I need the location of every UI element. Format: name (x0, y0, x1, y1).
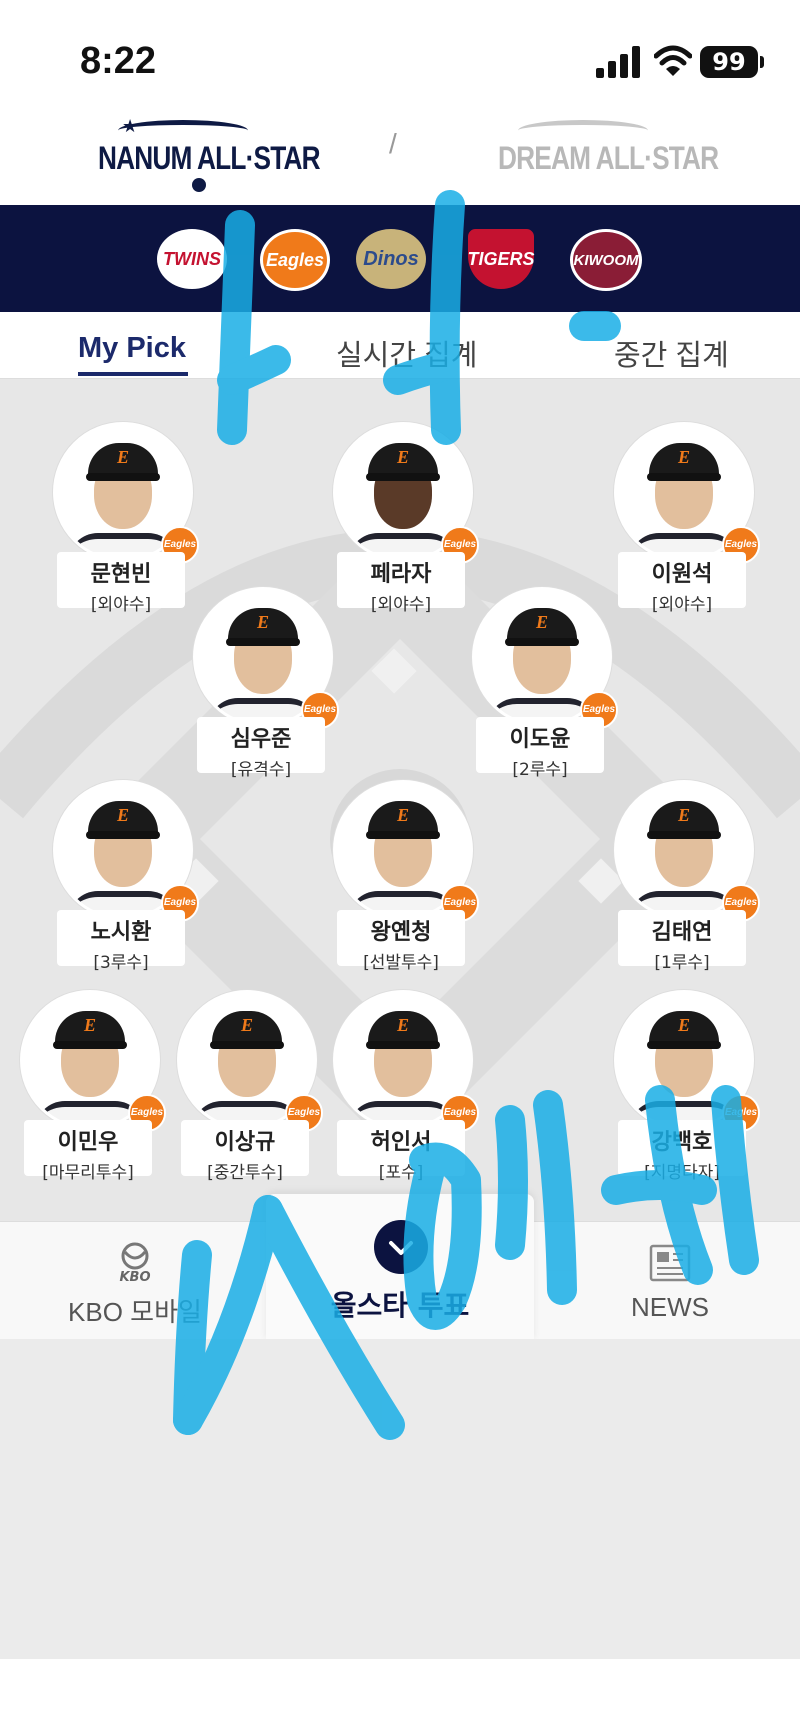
player-name: 노시환 (90, 920, 152, 945)
battery-indicator: 99 (700, 46, 758, 78)
selected-indicator-dot (192, 178, 206, 192)
player-position: [중간투수] (207, 1163, 283, 1183)
player-position: [3루수] (93, 953, 149, 973)
nav-label: KBO 모바일 (68, 1297, 202, 1327)
player-nameplate: 이민우 [마무리투수] (24, 1120, 152, 1183)
baseball-field: E Eagles 문현빈 [외야수] E Eagles 페라자 [외야수] E Ea… (0, 379, 800, 1221)
nav-kbo-mobile[interactable]: KBO KBO 모바일 (60, 1222, 210, 1340)
player-name: 페라자 (370, 562, 432, 587)
kiwoom-heroes-logo[interactable]: KIWOOM (570, 229, 642, 291)
player-nameplate: 이원석 [외야수] (618, 552, 746, 615)
nav-label: 올스타 투표 (330, 1289, 470, 1322)
player-name: 이원석 (651, 562, 713, 587)
tab-live-tally[interactable]: 실시간 집계 (336, 332, 477, 374)
player-position: [외야수] (370, 595, 432, 615)
player-nameplate: 김태연 [1루수] (618, 910, 746, 973)
league-selector: ★ NANUM ALL·STAR / DREAM ALL·STAR (0, 110, 800, 205)
player-nameplate: 허인서 [포수] (337, 1120, 465, 1183)
player-position: [지명타자] (644, 1163, 720, 1183)
player-position: [외야수] (90, 595, 152, 615)
kia-tigers-logo[interactable]: TIGERS (468, 229, 535, 289)
wifi-icon (654, 45, 692, 76)
nc-dinos-logo[interactable]: Dinos (356, 229, 426, 289)
home-indicator-area (0, 1659, 800, 1733)
newspaper-icon (649, 1244, 691, 1282)
kbo-logo-icon (121, 1242, 149, 1270)
player-name: 이상규 (214, 1130, 276, 1155)
tab-my-pick[interactable]: My Pick (78, 332, 186, 365)
lg-twins-logo[interactable]: TWINS (157, 229, 227, 289)
player-name: 김태연 (651, 920, 713, 945)
bottom-nav: KBO KBO 모바일 올스타 투표 NEWS (0, 1194, 800, 1340)
cellular-signal-icon (596, 46, 640, 78)
player-nameplate: 문현빈 [외야수] (57, 552, 185, 615)
battery-nub (760, 56, 764, 68)
player-name: 이도윤 (509, 727, 571, 752)
player-position: [외야수] (651, 595, 713, 615)
team-logo-bar: TWINS Eagles Dinos TIGERS KIWOOM (0, 205, 800, 312)
player-nameplate: 이도윤 [2루수] (476, 717, 604, 780)
player-position: [1루수] (654, 953, 710, 973)
player-nameplate: 왕옌청 [선발투수] (337, 910, 465, 973)
chevron-down-icon[interactable] (374, 1220, 428, 1274)
player-nameplate: 심우준 [유격수] (197, 717, 325, 780)
nav-news[interactable]: NEWS (610, 1222, 730, 1340)
player-position: [포수] (378, 1163, 424, 1183)
empty-area (0, 1339, 800, 1659)
dream-logo-swoosh (518, 120, 648, 141)
player-nameplate: 페라자 [외야수] (337, 552, 465, 615)
player-nameplate: 강백호 [지명타자] (618, 1120, 746, 1183)
nav-allstar-vote[interactable]: 올스타 투표 (266, 1194, 534, 1340)
player-name: 왕옌청 (370, 920, 432, 945)
player-position: [유격수] (230, 760, 292, 780)
tab-interim-tally[interactable]: 중간 집계 (614, 332, 729, 374)
nanum-logo-star-icon: ★ (122, 116, 139, 137)
kbo-icon-text: KBO (119, 1270, 151, 1285)
player-nameplate: 노시환 [3루수] (57, 910, 185, 973)
player-position: [선발투수] (363, 953, 439, 973)
player-position: [2루수] (512, 760, 568, 780)
league-separator: / (389, 128, 397, 159)
nanum-allstar-tab[interactable]: NANUM ALL·STAR (98, 140, 321, 177)
player-nameplate: 이상규 [중간투수] (181, 1120, 309, 1183)
nav-label: NEWS (631, 1292, 709, 1322)
player-name: 심우준 (230, 727, 292, 752)
player-name: 허인서 (370, 1130, 432, 1155)
status-bar: 8:22 99 (0, 0, 800, 110)
player-position: [마무리투수] (42, 1163, 134, 1183)
active-tab-underline (78, 372, 188, 376)
player-name: 문현빈 (90, 562, 152, 587)
hanwha-eagles-logo[interactable]: Eagles (260, 229, 330, 291)
player-name: 강백호 (651, 1130, 713, 1155)
player-name: 이민우 (57, 1130, 119, 1155)
dream-allstar-tab[interactable]: DREAM ALL·STAR (498, 140, 719, 177)
clock: 8:22 (80, 40, 157, 82)
view-tabs: My Pick 실시간 집계 중간 집계 (0, 312, 800, 379)
